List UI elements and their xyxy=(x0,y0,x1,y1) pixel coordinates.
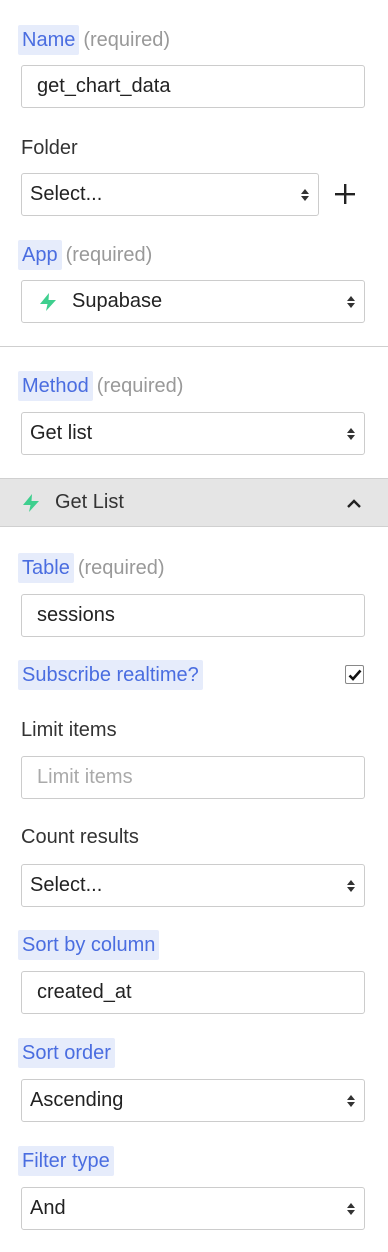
chevron-up-icon[interactable] xyxy=(346,498,362,508)
filter-type-label-row: Filter type xyxy=(18,1146,114,1176)
sort-column-label: Sort by column xyxy=(18,930,160,960)
limit-label-row: Limit items xyxy=(18,715,120,745)
filter-type-select-value: And xyxy=(30,1197,66,1219)
limit-input[interactable]: Limit items xyxy=(21,756,365,799)
method-select-value: Get list xyxy=(30,422,93,444)
count-select[interactable]: Select... xyxy=(21,864,365,907)
sort-column-input-value: created_at xyxy=(37,981,132,1003)
updown-arrows-icon xyxy=(346,1202,356,1215)
count-label-row: Count results xyxy=(18,822,142,852)
supabase-bolt-icon xyxy=(21,493,41,513)
method-required-hint: (required) xyxy=(96,375,184,397)
table-label-row: Table (required) xyxy=(18,553,165,583)
filter-type-select[interactable]: And xyxy=(21,1187,365,1230)
name-required-hint: (required) xyxy=(83,29,171,51)
app-required-hint: (required) xyxy=(65,244,153,266)
folder-label-row: Folder xyxy=(18,133,81,163)
updown-arrows-icon xyxy=(346,1094,356,1107)
method-label-row: Method (required) xyxy=(18,371,183,401)
app-select[interactable]: Supabase xyxy=(21,280,365,323)
section-title: Get List xyxy=(55,491,124,513)
method-select[interactable]: Get list xyxy=(21,412,365,455)
updown-arrows-icon xyxy=(346,427,356,440)
updown-arrows-icon xyxy=(346,879,356,892)
count-select-value: Select... xyxy=(30,874,103,896)
sort-order-label-row: Sort order xyxy=(18,1038,115,1068)
plus-icon xyxy=(335,184,355,204)
action-config-panel: Name (required) get_chart_data Folder Se… xyxy=(0,0,388,1252)
updown-arrows-icon xyxy=(346,295,356,308)
supabase-bolt-icon xyxy=(38,292,58,312)
filter-type-label: Filter type xyxy=(18,1146,114,1176)
method-label: Method xyxy=(18,371,93,401)
get-list-section-header[interactable]: Get List xyxy=(0,478,388,527)
name-input[interactable]: get_chart_data xyxy=(21,65,365,108)
name-label-row: Name (required) xyxy=(18,25,170,55)
folder-label: Folder xyxy=(21,137,78,159)
sort-order-select[interactable]: Ascending xyxy=(21,1079,365,1122)
subscribe-realtime-checkbox[interactable] xyxy=(345,665,364,684)
sort-order-label: Sort order xyxy=(18,1038,115,1068)
folder-select[interactable]: Select... xyxy=(21,173,319,216)
folder-select-value: Select... xyxy=(30,183,103,205)
count-label: Count results xyxy=(21,826,139,848)
add-folder-button[interactable] xyxy=(331,180,359,208)
limit-input-placeholder: Limit items xyxy=(37,766,133,788)
name-input-value: get_chart_data xyxy=(37,75,171,97)
app-label-row: App (required) xyxy=(18,240,152,270)
sort-column-label-row: Sort by column xyxy=(18,930,160,960)
table-input[interactable]: sessions xyxy=(21,594,365,637)
sort-order-select-value: Ascending xyxy=(30,1089,124,1111)
sort-column-input[interactable]: created_at xyxy=(21,971,365,1014)
table-input-value: sessions xyxy=(37,604,115,626)
table-label: Table xyxy=(18,553,74,583)
checkmark-icon xyxy=(348,669,361,681)
subscribe-label-row: Subscribe realtime? xyxy=(18,660,203,690)
updown-arrows-icon xyxy=(300,188,310,201)
name-label: Name xyxy=(18,25,80,55)
limit-label: Limit items xyxy=(21,719,117,741)
divider xyxy=(0,346,388,347)
subscribe-label: Subscribe realtime? xyxy=(18,660,203,690)
app-label: App xyxy=(18,240,62,270)
table-required-hint: (required) xyxy=(77,557,165,579)
app-select-value: Supabase xyxy=(72,290,163,312)
